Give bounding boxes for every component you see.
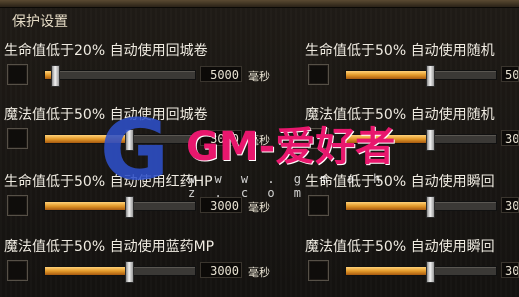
slider-fill xyxy=(45,202,128,210)
interval-value-field[interactable]: 3000 xyxy=(501,130,519,146)
interval-slider[interactable] xyxy=(345,65,497,87)
interval-slider[interactable] xyxy=(345,129,497,151)
setting-label: 魔法值低于50% 自动使用瞬回 xyxy=(305,239,495,255)
slider-thumb[interactable] xyxy=(425,129,435,151)
interval-value-field[interactable]: 5000 xyxy=(200,66,242,82)
interval-value-field[interactable]: 3000 xyxy=(501,262,519,278)
interval-slider[interactable] xyxy=(44,261,196,283)
interval-value-field[interactable]: 3000 xyxy=(200,197,242,213)
interval-value-field[interactable]: 3000 xyxy=(501,197,519,213)
interval-unit-label: 毫秒 xyxy=(248,266,270,279)
setting-label: 生命值低于50% 自动使用瞬回 xyxy=(305,174,495,190)
slider-fill xyxy=(346,71,429,79)
setting-label: 生命值低于20% 自动使用回城卷 xyxy=(4,43,208,59)
setting-label: 生命值低于50% 自动使用红药HP xyxy=(4,174,213,190)
panel-top-border xyxy=(0,0,519,8)
slider-thumb[interactable] xyxy=(425,261,435,283)
slider-thumb[interactable] xyxy=(124,261,134,283)
setting-label: 魔法值低于50% 自动使用蓝药MP xyxy=(4,239,215,255)
enable-checkbox[interactable] xyxy=(7,128,28,149)
interval-slider[interactable] xyxy=(345,261,497,283)
enable-checkbox[interactable] xyxy=(308,260,329,281)
interval-value-field[interactable]: 5000 xyxy=(501,66,519,82)
interval-unit-label: 毫秒 xyxy=(248,70,270,83)
slider-thumb[interactable] xyxy=(425,65,435,87)
interval-unit-label: 毫秒 xyxy=(248,134,270,147)
enable-checkbox[interactable] xyxy=(7,195,28,216)
slider-thumb[interactable] xyxy=(124,196,134,218)
setting-label: 魔法值低于50% 自动使用随机 xyxy=(305,107,495,123)
interval-unit-label: 毫秒 xyxy=(248,201,270,214)
slider-fill xyxy=(346,202,429,210)
enable-checkbox[interactable] xyxy=(308,128,329,149)
interval-value-field[interactable]: 3000 xyxy=(200,130,242,146)
enable-checkbox[interactable] xyxy=(308,195,329,216)
slider-fill xyxy=(346,135,429,143)
interval-slider[interactable] xyxy=(345,196,497,218)
enable-checkbox[interactable] xyxy=(7,260,28,281)
panel-title: 保护设置 xyxy=(12,14,68,30)
slider-fill xyxy=(45,135,128,143)
interval-value-field[interactable]: 3000 xyxy=(200,262,242,278)
interval-slider[interactable] xyxy=(44,129,196,151)
slider-thumb[interactable] xyxy=(51,65,60,87)
setting-label: 魔法值低于50% 自动使用回城卷 xyxy=(4,107,208,123)
slider-fill xyxy=(346,267,429,275)
slider-thumb[interactable] xyxy=(124,129,134,151)
enable-checkbox[interactable] xyxy=(308,64,329,85)
setting-label: 生命值低于50% 自动使用随机 xyxy=(305,43,495,59)
interval-slider[interactable] xyxy=(44,196,196,218)
interval-slider[interactable] xyxy=(44,65,196,87)
enable-checkbox[interactable] xyxy=(7,64,28,85)
slider-fill xyxy=(45,267,128,275)
slider-thumb[interactable] xyxy=(425,196,435,218)
